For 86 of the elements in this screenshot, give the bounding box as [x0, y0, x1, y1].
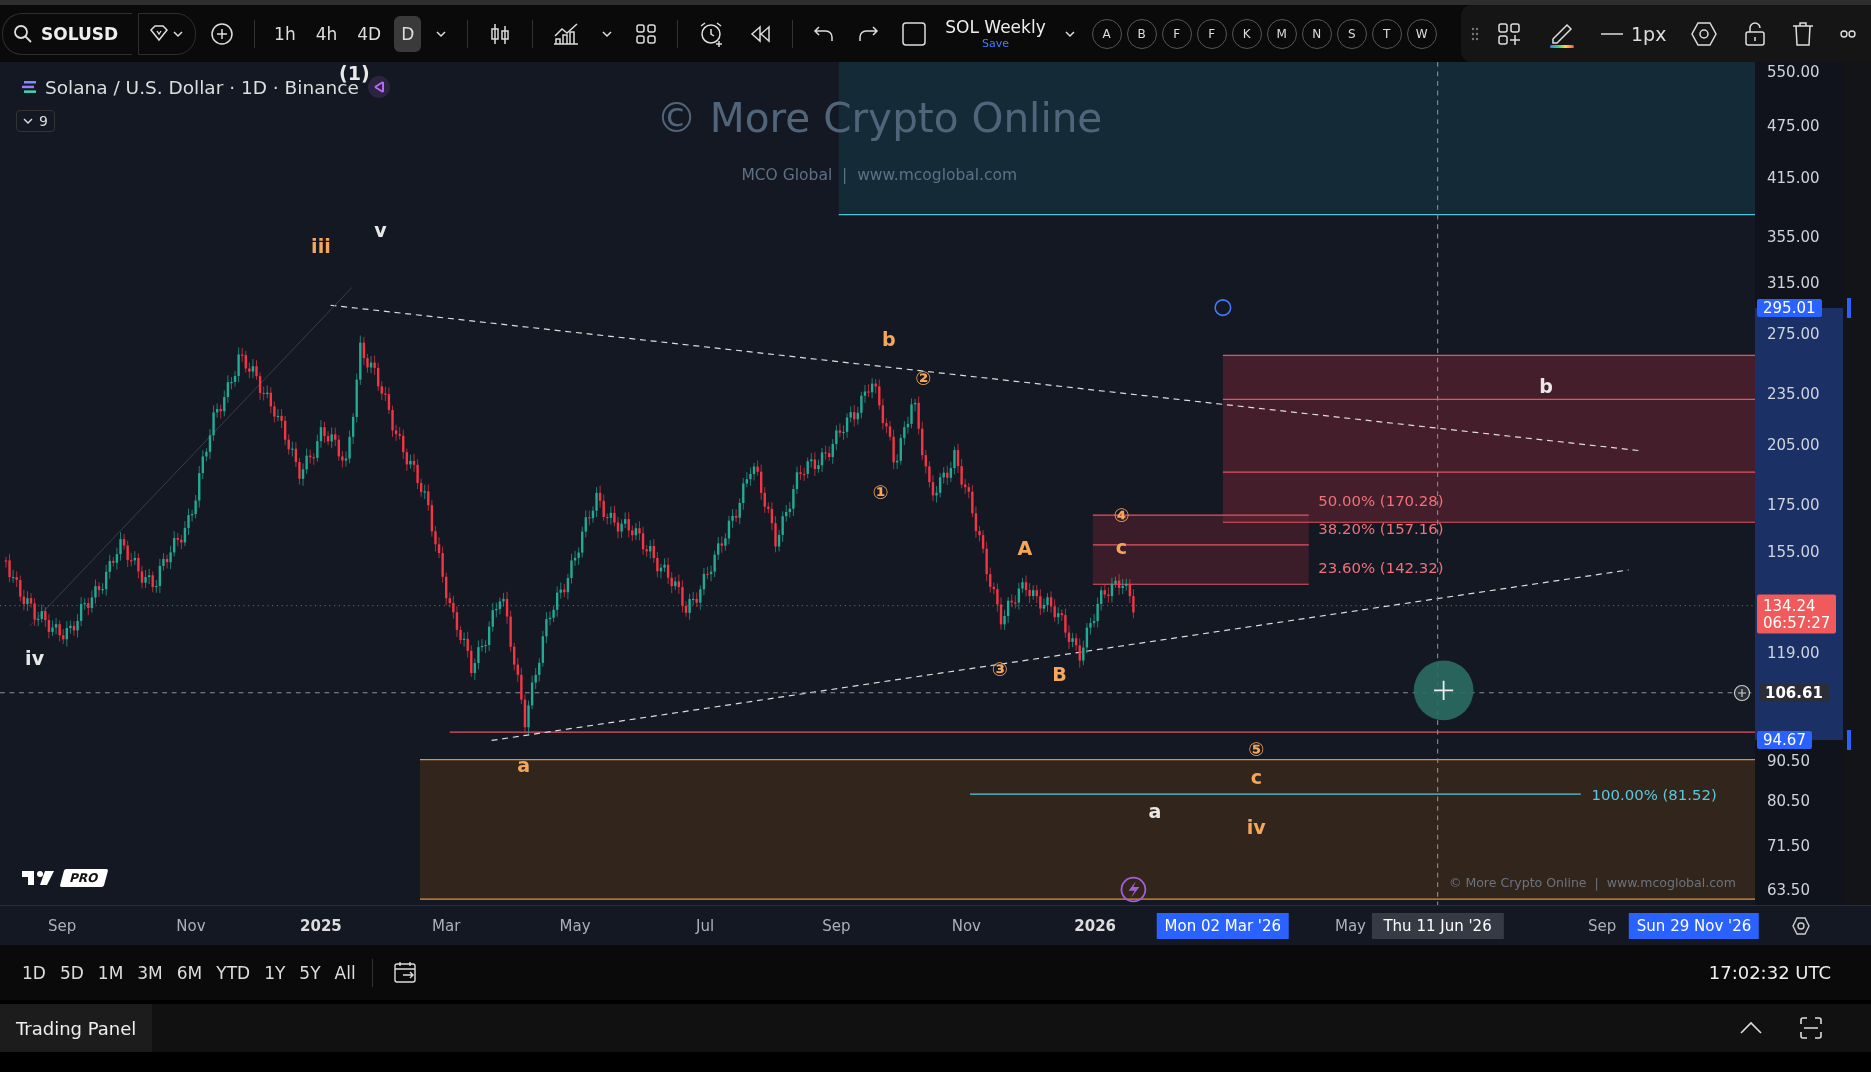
fibonacci-level-label: 50.00% (170.28): [1318, 491, 1444, 510]
time-tick-label: Mar: [432, 916, 461, 935]
date-range-button[interactable]: 5D: [55, 956, 88, 989]
indicators-toggle-button[interactable]: 9: [16, 110, 55, 132]
time-tick-label: Mon 02 Mar '26: [1156, 912, 1290, 939]
layout-name-button[interactable]: SOL Weekly Save: [941, 17, 1050, 50]
wave-label: a: [517, 754, 531, 777]
timeframe-button[interactable]: D: [394, 15, 422, 52]
fibonacci-level-label: 23.60% (142.32): [1318, 558, 1444, 577]
date-range-button[interactable]: 1Y: [260, 956, 290, 989]
price-tick-label: 175.00: [1767, 495, 1820, 514]
price-tick-label: 275.00: [1767, 325, 1820, 344]
compare-dropdown-button[interactable]: [138, 12, 197, 55]
wave-label: ①: [872, 481, 889, 504]
price-tick-label: 550.00: [1767, 62, 1820, 81]
wave-label: B: [1052, 662, 1067, 685]
add-icon[interactable]: [210, 21, 235, 46]
symbol-search-field[interactable]: SOLUSD: [2, 12, 133, 55]
clock-text: 17:02:32 UTC: [1708, 962, 1831, 983]
time-tick-label: 2026: [1074, 916, 1117, 935]
price-tick-label: 71.50: [1767, 836, 1810, 855]
coin-logo-icon: [22, 81, 36, 93]
price-tick-label: 475.00: [1767, 117, 1820, 136]
price-tick-label: 235.00: [1767, 384, 1820, 403]
fibonacci-level-label: 100.00% (81.52): [1591, 786, 1717, 805]
date-range-button[interactable]: 1D: [18, 956, 50, 989]
wave-label: A: [1017, 537, 1033, 560]
lightning-icon: [1120, 876, 1147, 903]
circle-marker: [1214, 299, 1232, 317]
price-tick-label: 355.00: [1767, 228, 1820, 247]
price-tick-label: 63.50: [1767, 880, 1810, 899]
trading-panel-tab[interactable]: Trading Panel: [0, 1004, 153, 1052]
range-price-badge: 295.01: [1757, 298, 1822, 317]
time-tick-label: Sep: [1588, 916, 1617, 935]
time-tick-label: Nov: [176, 916, 206, 935]
watermark-subtitle: MCO Global | www.mcoglobal.com: [741, 166, 1018, 185]
wave-label: b: [1539, 375, 1554, 398]
line-width-button[interactable]: 1px: [1595, 18, 1673, 49]
time-tick-label: Nov: [951, 916, 981, 935]
fibonacci-level-label: 38.20% (157.16): [1318, 520, 1444, 539]
wave-label: ③: [991, 657, 1008, 680]
timeframe-button[interactable]: 4h: [308, 15, 345, 52]
time-tick-label: Thu 11 Jun '26: [1371, 912, 1504, 939]
wave-label: iv: [1246, 816, 1266, 839]
copyright-text: © More Crypto Online | www.mcoglobal.com: [1448, 874, 1736, 890]
date-range-button[interactable]: 6M: [172, 956, 207, 989]
time-tick-label: Sun 29 Nov '26: [1628, 912, 1760, 939]
time-tick-label: May: [559, 916, 591, 935]
wave-label: ②: [915, 367, 932, 389]
price-tick-label: 415.00: [1767, 168, 1820, 187]
drag-handle-icon[interactable]: [1471, 26, 1479, 41]
time-tick-label: 2025: [300, 916, 342, 935]
search-icon: [13, 23, 33, 44]
price-tick-label: 315.00: [1767, 273, 1820, 292]
price-tick-label: 80.50: [1767, 791, 1810, 810]
price-tick-label: 119.00: [1767, 643, 1820, 662]
time-tick-label: Sep: [47, 916, 77, 935]
date-range-button[interactable]: 1M: [93, 956, 128, 989]
time-tick-label: May: [1334, 916, 1366, 935]
wave-label: iv: [25, 647, 45, 670]
wave-label: iii: [311, 234, 331, 257]
price-tick-label: 90.50: [1767, 752, 1810, 771]
timeframe-button[interactable]: 4D: [350, 15, 389, 52]
wave-label: a: [1148, 799, 1162, 822]
chevron-down-icon: [23, 117, 33, 125]
price-tick-label: 205.00: [1767, 436, 1820, 454]
timeframe-button[interactable]: 1h: [267, 15, 303, 52]
line-icon: [1601, 31, 1623, 36]
crosshair-cursor: [1413, 660, 1474, 721]
chart-watermark: © More Crypto Online: [656, 94, 1103, 143]
wave-label: c: [1250, 766, 1262, 789]
last-price-badge: 134.24 06:57:27: [1757, 594, 1837, 634]
wave-label: b: [882, 327, 896, 350]
price-tick-label: 155.00: [1767, 543, 1820, 562]
wave-label: v: [374, 219, 387, 242]
settings-icon[interactable]: [1791, 916, 1811, 936]
time-tick-label: Jul: [696, 916, 715, 935]
date-range-button[interactable]: 5Y: [295, 956, 325, 989]
date-range-button[interactable]: All: [330, 956, 360, 989]
share-icon[interactable]: [367, 76, 390, 98]
time-tick-label: Sep: [822, 916, 851, 935]
date-range-button[interactable]: YTD: [212, 956, 255, 989]
crosshair-price-badge: 106.61: [1759, 684, 1829, 703]
platform-logo: PRO: [20, 868, 107, 888]
date-range-button[interactable]: 3M: [133, 956, 167, 989]
wave-label: ⑤: [1248, 737, 1265, 760]
